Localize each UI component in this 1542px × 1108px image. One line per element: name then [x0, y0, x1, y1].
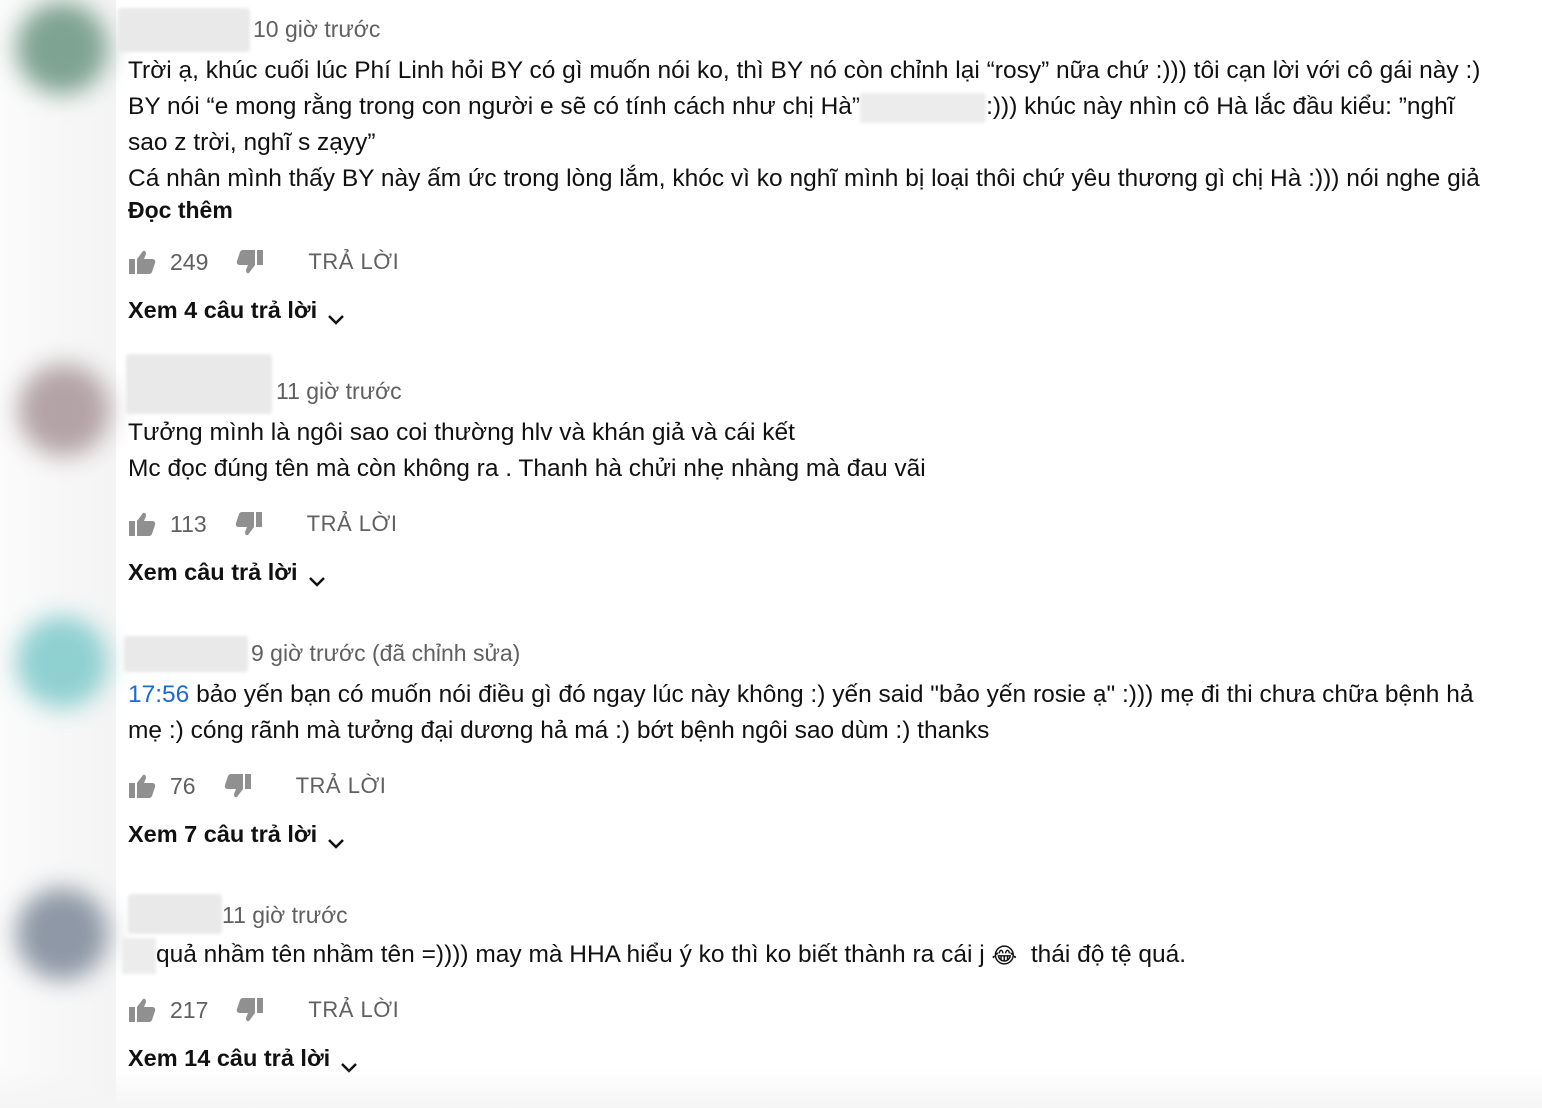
comment-line: 17:56 bảo yến bạn có muốn nói điều gì đó…: [128, 677, 1528, 713]
thumbs-down-icon[interactable]: [236, 997, 264, 1023]
chevron-down-icon: [308, 567, 326, 587]
bottom-fade: [0, 1068, 1542, 1108]
view-replies-label: Xem 7 câu trả lời: [128, 821, 318, 847]
comment-line: quả nhầm tên nhầm tên =)))) may mà HHA h…: [156, 937, 1542, 974]
author-name-redacted[interactable]: [126, 354, 272, 414]
reply-button[interactable]: TRẢ LỜI: [296, 773, 387, 799]
comments-page: 10 giờ trước Trời ạ, khúc cuối lúc Phí L…: [0, 0, 1542, 1108]
like-count: 249: [170, 248, 209, 275]
comment-actions: 76 TRẢ LỜI: [128, 769, 386, 803]
thumbs-up-icon[interactable]: [128, 773, 156, 799]
comment-body: 17:56 bảo yến bạn có muốn nói điều gì đó…: [128, 677, 1528, 749]
comment-line: sao z trời, nghĩ s zạyy”: [128, 129, 376, 156]
video-timestamp-link[interactable]: 17:56: [128, 681, 189, 708]
view-replies-button[interactable]: Xem câu trả lời: [128, 559, 326, 587]
author-name-redacted[interactable]: [118, 8, 250, 52]
comment-line: Trời ạ, khúc cuối lúc Phí Linh hỏi BY có…: [128, 57, 1481, 84]
chevron-down-icon: [327, 829, 345, 849]
avatar[interactable]: [16, 2, 108, 94]
chevron-down-icon: [327, 305, 345, 325]
thumbs-down-icon[interactable]: [235, 511, 263, 537]
reply-button[interactable]: TRẢ LỜI: [308, 249, 399, 275]
comment-body: Tưởng mình là ngôi sao coi thường hlv và…: [128, 415, 1528, 487]
reply-button[interactable]: TRẢ LỜI: [308, 997, 399, 1023]
thumbs-down-icon[interactable]: [236, 249, 264, 275]
author-name-redacted[interactable]: [124, 636, 248, 672]
comment-timestamp[interactable]: 11 giờ trước: [276, 378, 402, 405]
comment-line: BY nói “e mong rằng trong con người e sẽ…: [128, 89, 1528, 125]
thumbs-up-icon[interactable]: [128, 997, 156, 1023]
comment-actions: 217 TRẢ LỜI: [128, 993, 399, 1027]
redacted-text: [122, 938, 156, 974]
comment-line: mẹ :) cóng rãnh mà tưởng đại dương hả má…: [128, 717, 990, 744]
comment-body: Trời ạ, khúc cuối lúc Phí Linh hỏi BY có…: [128, 53, 1528, 197]
view-replies-button[interactable]: Xem 4 câu trả lời: [128, 297, 345, 325]
thumbs-up-icon[interactable]: [128, 249, 156, 275]
comment-line-part: bảo yến bạn có muốn nói điều gì đó ngay …: [189, 681, 1474, 708]
thumbs-down-icon[interactable]: [224, 773, 252, 799]
comment-line-part: quả nhầm tên nhầm tên =)))) may mà HHA h…: [156, 941, 985, 968]
avatar[interactable]: [16, 888, 108, 980]
view-replies-button[interactable]: Xem 7 câu trả lời: [128, 821, 345, 849]
chevron-down-icon: [340, 1053, 358, 1073]
read-more-link[interactable]: Đọc thêm: [128, 197, 233, 224]
avatar[interactable]: [18, 364, 110, 456]
thumbs-up-icon[interactable]: [128, 511, 156, 537]
comment-line-part: thái độ tệ quá.: [1030, 941, 1187, 968]
comment-timestamp[interactable]: 10 giờ trước: [253, 16, 380, 43]
like-count: 113: [170, 510, 207, 537]
like-count: 76: [170, 772, 196, 799]
laughing-emoji-icon: 😂: [991, 942, 1018, 968]
view-replies-label: Xem câu trả lời: [128, 559, 298, 585]
comment-body: quả nhầm tên nhầm tên =)))) may mà HHA h…: [156, 937, 1542, 974]
comment-actions: 249 TRẢ LỜI: [128, 245, 399, 279]
comment-line-part: BY nói “e mong rằng trong con người e sẽ…: [128, 93, 861, 120]
reply-button[interactable]: TRẢ LỜI: [307, 511, 398, 537]
author-name-redacted[interactable]: [128, 894, 222, 934]
comment-line: Tưởng mình là ngôi sao coi thường hlv và…: [128, 419, 795, 446]
redacted-text: [860, 92, 987, 123]
like-count: 217: [170, 996, 209, 1023]
view-replies-label: Xem 4 câu trả lời: [128, 297, 318, 323]
comment-line: Mc đọc đúng tên mà còn không ra . Thanh …: [128, 455, 926, 482]
comment-line: Cá nhân mình thấy BY này ấm ức trong lòn…: [128, 165, 1480, 192]
avatar[interactable]: [16, 616, 108, 708]
comment-line-part: :))) khúc này nhìn cô Hà lắc đầu kiểu: ”…: [986, 93, 1455, 120]
comment-actions: 113 TRẢ LỜI: [128, 507, 398, 541]
comment-timestamp[interactable]: 11 giờ trước: [222, 902, 348, 929]
comment-timestamp[interactable]: 9 giờ trước (đã chỉnh sửa): [251, 640, 520, 667]
